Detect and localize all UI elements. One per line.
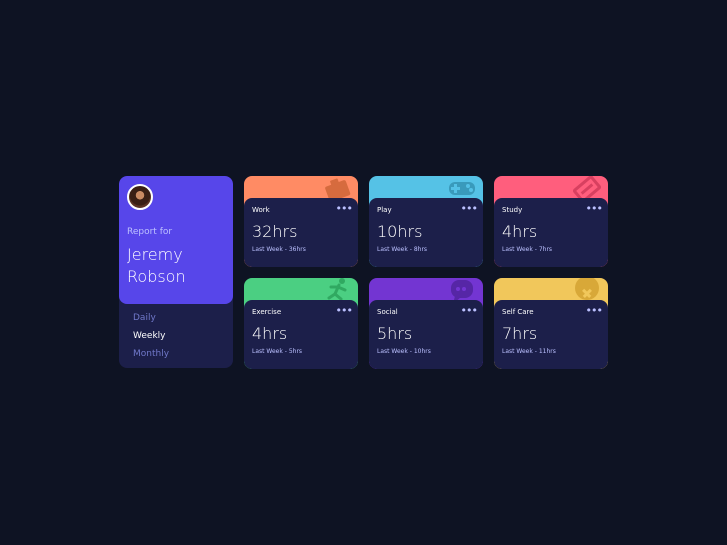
card-menu-button[interactable]: ••• (336, 202, 353, 215)
previous-hours: Last Week - 5hrs (252, 348, 303, 355)
card-menu-button[interactable]: ••• (586, 202, 603, 215)
card-title: Work (252, 206, 270, 214)
card-body: Play ••• 10hrs Last Week - 8hrs (369, 198, 483, 267)
current-hours: 4hrs (502, 222, 538, 241)
card-exercise[interactable]: Exercise ••• 4hrs Last Week - 5hrs (244, 278, 358, 369)
period-weekly-button[interactable]: Weekly (133, 332, 169, 341)
card-body: Social ••• 5hrs Last Week - 10hrs (369, 300, 483, 369)
card-menu-button[interactable]: ••• (586, 304, 603, 317)
card-title: Exercise (252, 308, 282, 316)
previous-hours: Last Week - 10hrs (377, 348, 431, 355)
period-selector: Daily Weekly Monthly (133, 314, 169, 368)
card-body: Study ••• 4hrs Last Week - 7hrs (494, 198, 608, 267)
card-study[interactable]: Study ••• 4hrs Last Week - 7hrs (494, 176, 608, 267)
report-label: Report for (127, 227, 173, 237)
card-body: Work ••• 32hrs Last Week - 36hrs (244, 198, 358, 267)
card-title: Social (377, 308, 398, 316)
card-menu-button[interactable]: ••• (461, 202, 478, 215)
card-body: Exercise ••• 4hrs Last Week - 5hrs (244, 300, 358, 369)
current-hours: 10hrs (377, 222, 423, 241)
avatar (127, 184, 153, 210)
previous-hours: Last Week - 8hrs (377, 246, 428, 253)
profile-header: Report for Jeremy Robson (119, 176, 233, 304)
card-play[interactable]: Play ••• 10hrs Last Week - 8hrs (369, 176, 483, 267)
current-hours: 5hrs (377, 324, 413, 343)
current-hours: 7hrs (502, 324, 538, 343)
card-body: Self Care ••• 7hrs Last Week - 11hrs (494, 300, 608, 369)
current-hours: 4hrs (252, 324, 288, 343)
card-menu-button[interactable]: ••• (461, 304, 478, 317)
card-title: Self Care (502, 308, 534, 316)
card-title: Study (502, 206, 523, 214)
period-daily-button[interactable]: Daily (133, 314, 169, 323)
previous-hours: Last Week - 11hrs (502, 348, 556, 355)
previous-hours: Last Week - 7hrs (502, 246, 553, 253)
card-title: Play (377, 206, 392, 214)
card-work[interactable]: Work ••• 32hrs Last Week - 36hrs (244, 176, 358, 267)
period-monthly-button[interactable]: Monthly (133, 350, 169, 359)
previous-hours: Last Week - 36hrs (252, 246, 306, 253)
card-self-care[interactable]: Self Care ••• 7hrs Last Week - 11hrs (494, 278, 608, 369)
user-name: Jeremy Robson (127, 245, 186, 286)
current-hours: 32hrs (252, 222, 298, 241)
card-menu-button[interactable]: ••• (336, 304, 353, 317)
card-social[interactable]: Social ••• 5hrs Last Week - 10hrs (369, 278, 483, 369)
profile-card: Report for Jeremy Robson Daily Weekly Mo… (119, 176, 233, 368)
